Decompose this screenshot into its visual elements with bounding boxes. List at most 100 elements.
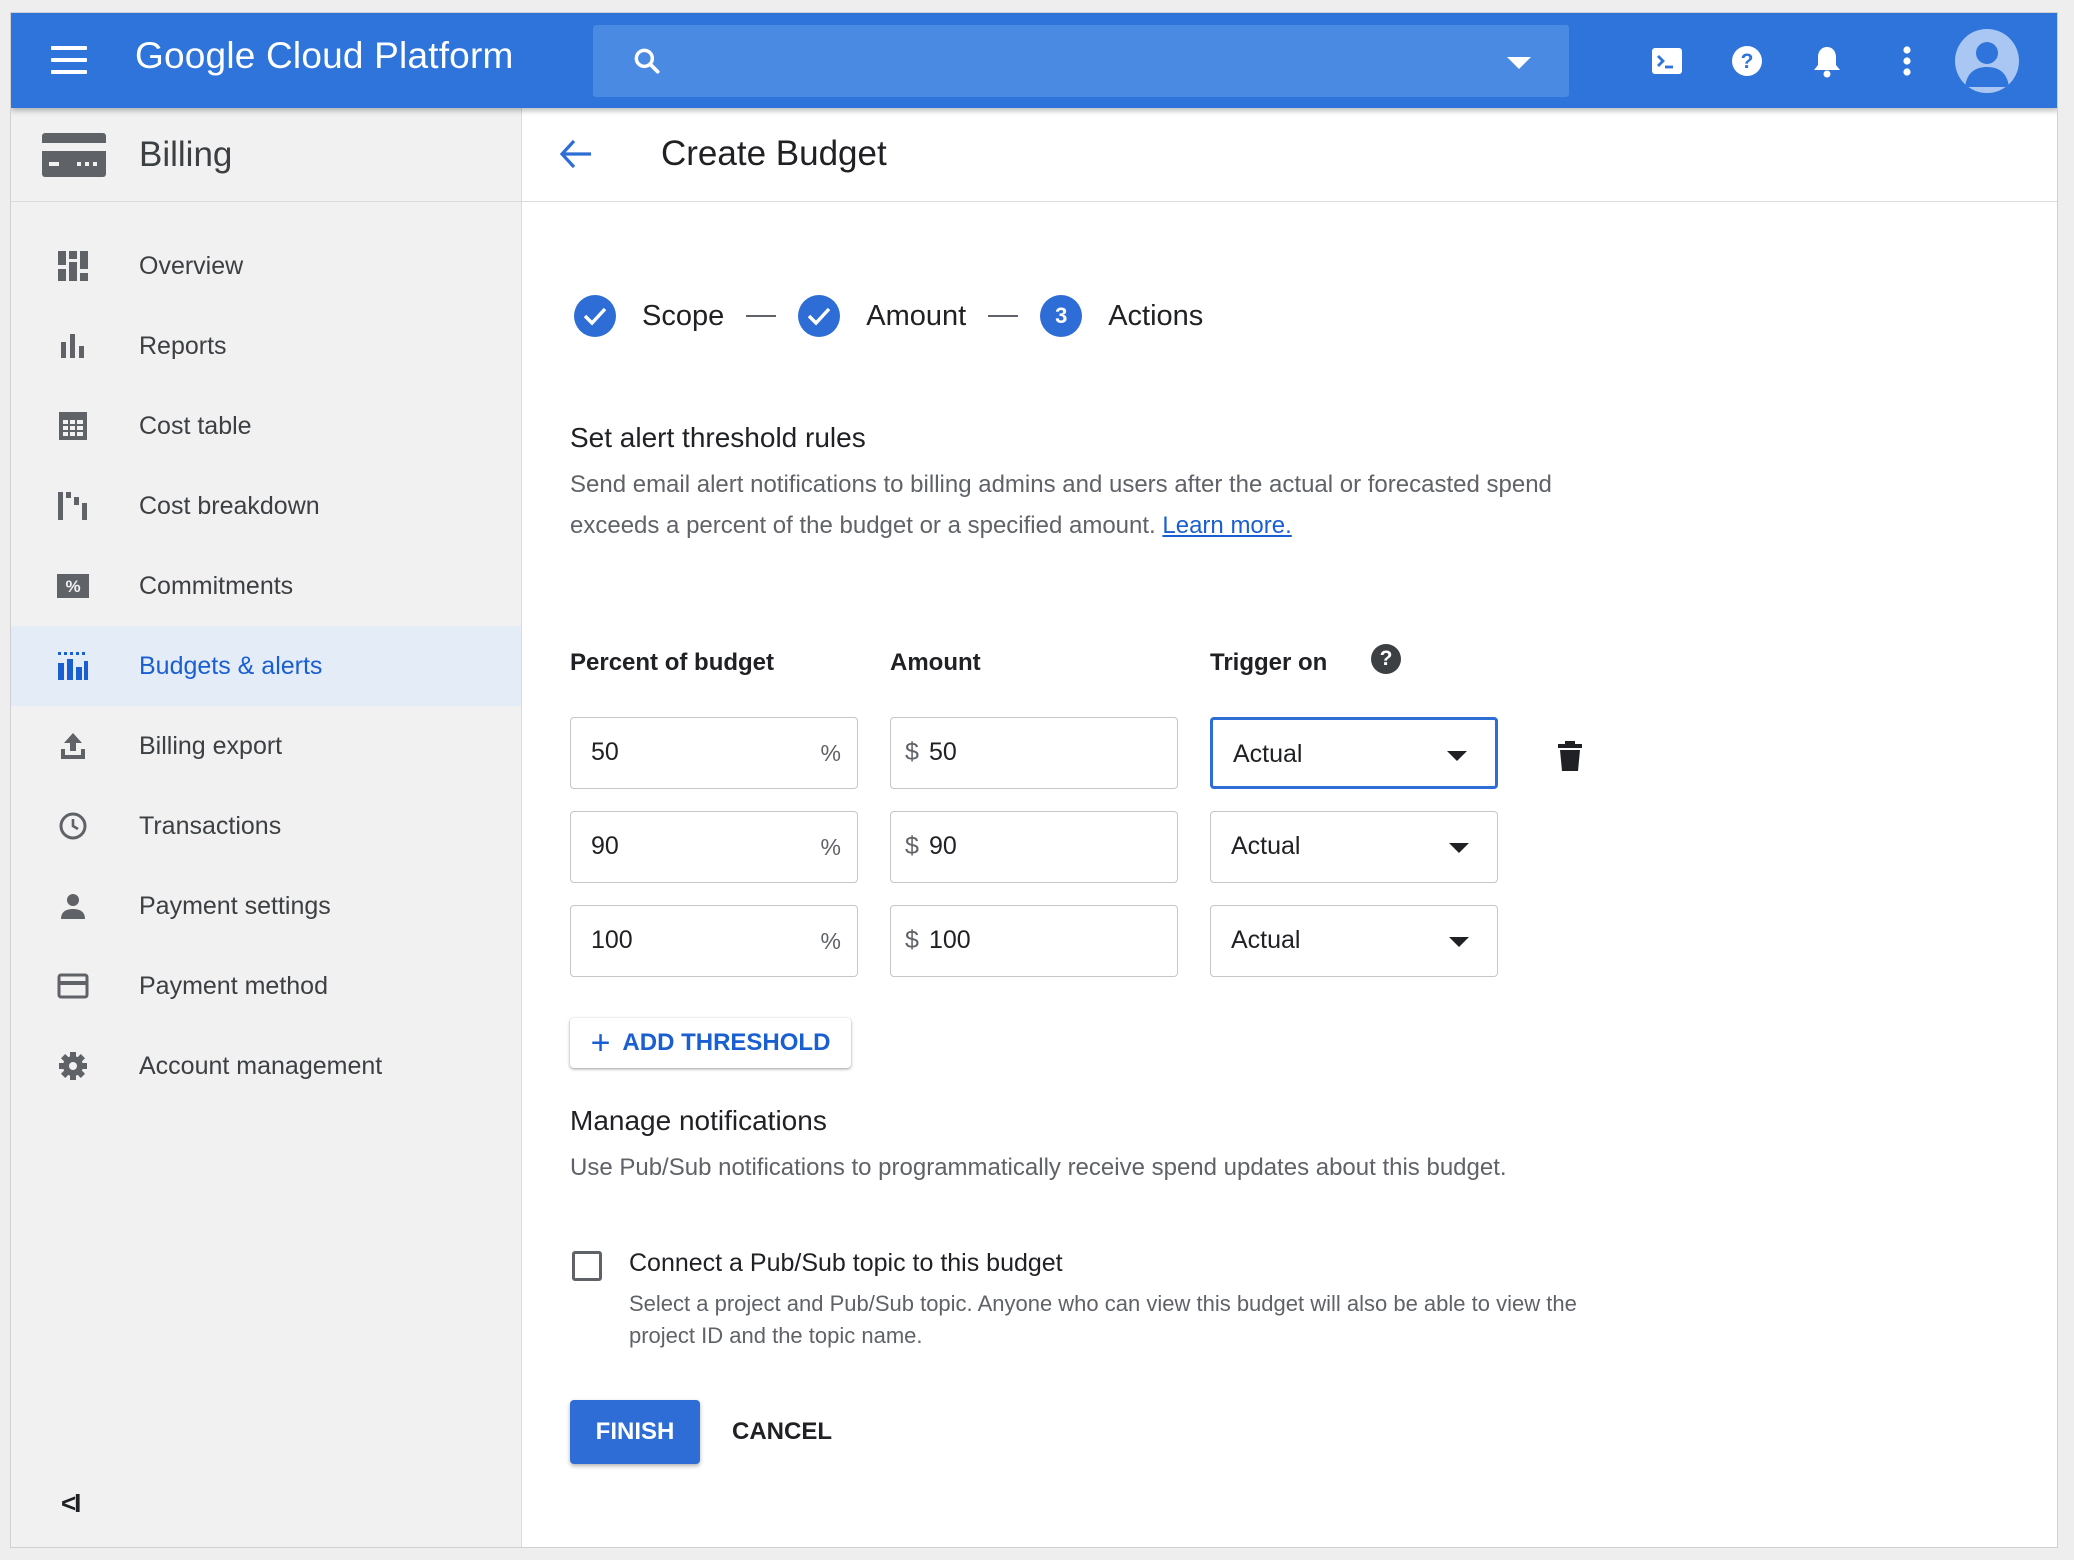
table-icon bbox=[55, 408, 91, 444]
check-icon bbox=[574, 295, 616, 337]
sidebar-item-budgets-alerts[interactable]: Budgets & alerts bbox=[11, 626, 521, 706]
percent-suffix: % bbox=[820, 834, 841, 860]
section-title-threshold: Set alert threshold rules bbox=[570, 422, 866, 453]
pubsub-checkbox-label[interactable]: Connect a Pub/Sub topic to this budget bbox=[629, 1249, 1063, 1278]
sidebar-item-label: Transactions bbox=[139, 811, 282, 840]
section-title-notifications: Manage notifications bbox=[570, 1105, 827, 1136]
credit-card-icon bbox=[55, 968, 91, 1004]
sidebar-item-label: Overview bbox=[139, 251, 244, 280]
help-icon[interactable]: ? bbox=[1371, 644, 1401, 674]
trigger-select[interactable]: Actual bbox=[1210, 905, 1498, 977]
column-header-percent: Percent of budget bbox=[570, 649, 775, 676]
sidebar-item-payment-settings[interactable]: Payment settings bbox=[11, 866, 521, 946]
main-content: Create Budget Scope Amount 3 Actions Set… bbox=[522, 108, 2057, 1547]
add-threshold-label: ADD THRESHOLD bbox=[622, 1029, 831, 1056]
sidebar-item-cost-breakdown[interactable]: Cost breakdown bbox=[11, 466, 521, 546]
percent-field[interactable]: 100 % bbox=[570, 905, 858, 977]
upload-icon bbox=[55, 728, 91, 764]
percent-field[interactable]: 50 % bbox=[570, 717, 858, 789]
stepper: Scope Amount 3 Actions bbox=[574, 294, 1203, 338]
billing-icon bbox=[41, 132, 107, 183]
collapse-sidebar-button[interactable]: <I bbox=[61, 1488, 81, 1519]
notifications-icon[interactable] bbox=[1805, 39, 1849, 83]
sidebar-item-cost-table[interactable]: Cost table bbox=[11, 386, 521, 466]
percent-value: 50 bbox=[591, 738, 619, 766]
percent-value: 90 bbox=[591, 832, 619, 860]
dropdown-arrow-icon bbox=[1449, 937, 1469, 947]
cloud-shell-icon[interactable] bbox=[1645, 39, 1689, 83]
svg-text:?: ? bbox=[1741, 50, 1754, 73]
sidebar-item-label: Payment method bbox=[139, 971, 328, 1000]
sidebar-item-label: Cost breakdown bbox=[139, 491, 320, 520]
person-icon bbox=[55, 888, 91, 924]
dashboard-icon bbox=[55, 248, 91, 284]
sidebar-title: Billing bbox=[139, 135, 233, 174]
add-threshold-button[interactable]: + ADD THRESHOLD bbox=[570, 1018, 851, 1068]
delete-icon[interactable] bbox=[1557, 740, 1583, 777]
sidebar-item-label: Commitments bbox=[139, 571, 294, 600]
sidebar-item-label: Cost table bbox=[139, 411, 252, 440]
sidebar-item-commitments[interactable]: % Commitments bbox=[11, 546, 521, 626]
search-icon[interactable] bbox=[631, 45, 663, 82]
top-app-bar: Google Cloud Platform ? bbox=[11, 13, 2057, 108]
currency-prefix: $ bbox=[905, 926, 919, 954]
amount-value: 90 bbox=[929, 832, 957, 860]
bar-chart-icon bbox=[55, 328, 91, 364]
amount-field[interactable]: $ 100 bbox=[890, 905, 1178, 977]
sidebar-item-label: Payment settings bbox=[139, 891, 331, 920]
sidebar-item-billing-export[interactable]: Billing export bbox=[11, 706, 521, 786]
trigger-select[interactable]: Actual bbox=[1210, 811, 1498, 883]
page-header: Create Budget bbox=[522, 108, 2057, 202]
sidebar: Billing Overview Reports Cost table Cost… bbox=[11, 108, 522, 1547]
sidebar-item-payment-method[interactable]: Payment method bbox=[11, 946, 521, 1026]
check-icon bbox=[798, 295, 841, 337]
dropdown-arrow-icon bbox=[1447, 751, 1467, 761]
product-name[interactable]: Google Cloud Platform bbox=[135, 35, 514, 77]
step-divider bbox=[988, 315, 1019, 317]
sidebar-item-label: Account management bbox=[139, 1051, 383, 1080]
back-arrow-icon[interactable] bbox=[558, 136, 594, 177]
step-amount[interactable]: Amount bbox=[866, 300, 966, 333]
gear-icon bbox=[55, 1048, 91, 1084]
sidebar-item-reports[interactable]: Reports bbox=[11, 306, 521, 386]
trigger-value: Actual bbox=[1233, 740, 1303, 768]
search-input[interactable] bbox=[593, 25, 1569, 97]
sidebar-item-label: Billing export bbox=[139, 731, 283, 760]
amount-value: 50 bbox=[929, 738, 957, 766]
plus-icon: + bbox=[590, 1024, 611, 1062]
step-actions[interactable]: Actions bbox=[1108, 300, 1203, 333]
percent-value: 100 bbox=[591, 926, 633, 954]
chevron-down-icon[interactable] bbox=[1507, 57, 1531, 69]
column-header-amount: Amount bbox=[890, 649, 981, 676]
learn-more-link[interactable]: Learn more. bbox=[1162, 512, 1291, 539]
trigger-value: Actual bbox=[1231, 832, 1301, 860]
help-icon[interactable]: ? bbox=[1725, 39, 1769, 83]
finish-button[interactable]: FINISH bbox=[570, 1400, 700, 1464]
percent-suffix: % bbox=[820, 740, 841, 766]
cancel-button[interactable]: CANCEL bbox=[722, 1400, 842, 1464]
app-window: Google Cloud Platform ? Billing Overview… bbox=[10, 12, 2058, 1548]
column-header-trigger: Trigger on bbox=[1210, 649, 1328, 676]
pubsub-checkbox[interactable] bbox=[572, 1251, 602, 1281]
step-scope[interactable]: Scope bbox=[642, 300, 724, 333]
account-icon[interactable] bbox=[1955, 29, 2019, 93]
sidebar-item-transactions[interactable]: Transactions bbox=[11, 786, 521, 866]
amount-field[interactable]: $ 50 bbox=[890, 717, 1178, 789]
dropdown-arrow-icon bbox=[1449, 843, 1469, 853]
currency-prefix: $ bbox=[905, 832, 919, 860]
waterfall-icon bbox=[55, 488, 91, 524]
sidebar-item-account-management[interactable]: Account management bbox=[11, 1026, 521, 1106]
more-vert-icon[interactable] bbox=[1885, 39, 1929, 83]
percent-field[interactable]: 90 % bbox=[570, 811, 858, 883]
percent-icon: % bbox=[55, 568, 91, 604]
trigger-select[interactable]: Actual bbox=[1210, 717, 1498, 789]
amount-field[interactable]: $ 90 bbox=[890, 811, 1178, 883]
threshold-description-text: Send email alert notifications to billin… bbox=[570, 471, 1552, 539]
pubsub-checkbox-help: Select a project and Pub/Sub topic. Anyo… bbox=[629, 1291, 1577, 1348]
sidebar-item-label: Reports bbox=[139, 331, 227, 360]
menu-icon[interactable] bbox=[51, 46, 91, 76]
sidebar-item-label: Budgets & alerts bbox=[139, 651, 323, 680]
budget-icon bbox=[55, 648, 91, 684]
notifications-description: Use Pub/Sub notifications to programmati… bbox=[570, 1154, 1507, 1181]
sidebar-item-overview[interactable]: Overview bbox=[11, 226, 521, 306]
